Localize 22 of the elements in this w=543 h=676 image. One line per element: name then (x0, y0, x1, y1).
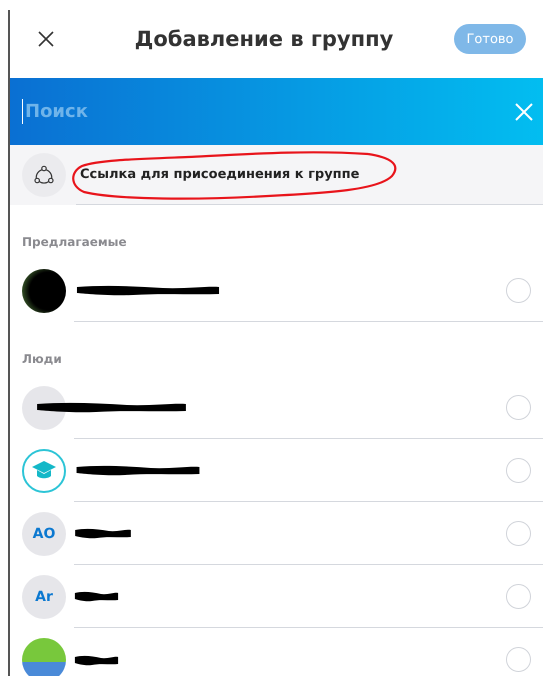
contact-row[interactable]: AO (10, 502, 543, 565)
select-radio[interactable] (506, 584, 531, 609)
close-icon[interactable] (38, 31, 54, 47)
select-radio[interactable] (506, 647, 531, 672)
section-heading: Предлагаемые (21, 234, 128, 251)
initials-avatar: AO (22, 512, 66, 556)
select-radio[interactable] (506, 278, 531, 303)
search-field[interactable]: Поиск (22, 99, 503, 124)
share-link-icon (34, 165, 54, 185)
dialog-title: Добавление в группу (134, 27, 394, 51)
select-radio[interactable] (506, 521, 531, 546)
photo-placeholder (22, 638, 66, 676)
select-radio[interactable] (506, 395, 531, 420)
initials-avatar: Ar (22, 574, 66, 618)
clear-icon[interactable] (515, 102, 533, 120)
redaction-scribble (74, 526, 132, 540)
search-bar[interactable]: Поиск (10, 78, 543, 145)
select-radio[interactable] (506, 458, 531, 483)
section-heading: Люди (21, 351, 63, 368)
contact-row[interactable]: Ar (10, 565, 543, 628)
photo-placeholder (22, 268, 66, 312)
redaction-scribble (74, 589, 119, 603)
